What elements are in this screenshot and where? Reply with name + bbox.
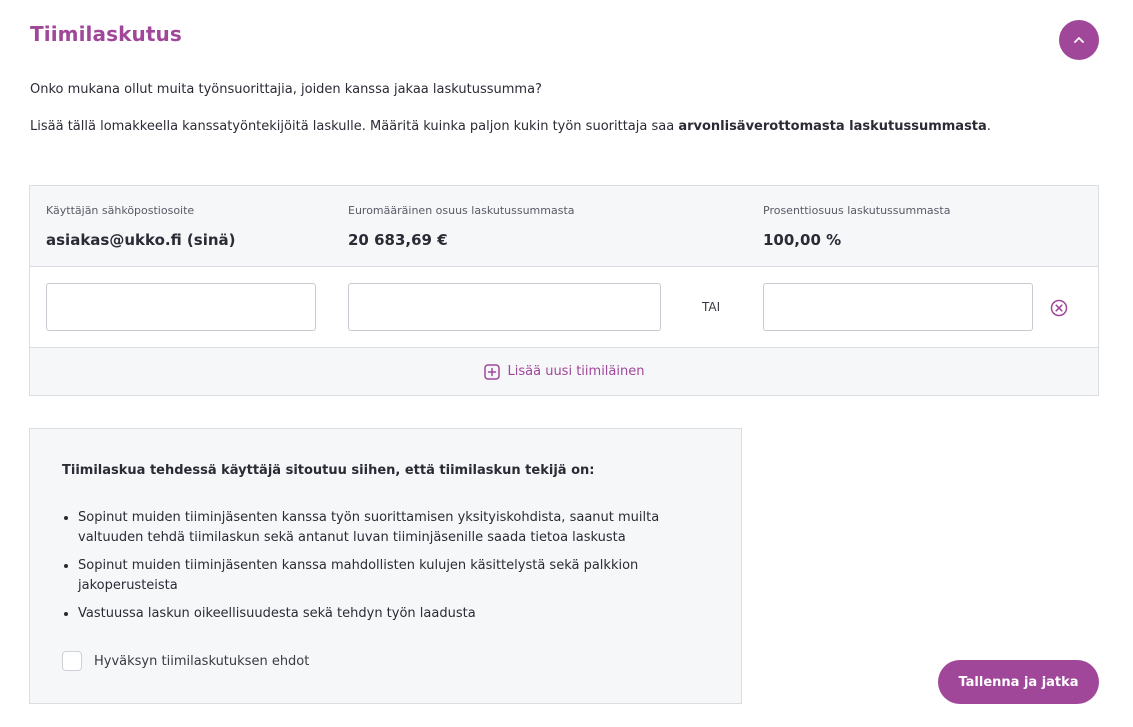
accept-terms-label: Hyväksyn tiimilaskutuksen ehdot [94,653,310,669]
team-billing-table: Käyttäjän sähköpostiosoite Euromääräinen… [29,185,1099,396]
add-member-link[interactable]: Lisää uusi tiimiläinen [483,363,645,380]
section-title: Tiimilaskutus [30,22,182,46]
intro-instruction-end: . [986,119,991,134]
owner-row: Käyttäjän sähköpostiosoite Euromääräinen… [30,186,1098,267]
or-label: TAI [702,300,721,314]
terms-item: Sopinut muiden tiiminjäsenten kanssa mah… [62,556,702,596]
owner-percent-share: 100,00 % [763,231,842,249]
terms-list: Sopinut muiden tiiminjäsenten kanssa työ… [62,508,702,632]
terms-heading: Tiimilaskua tehdessä käyttäjä sitoutuu s… [62,463,595,478]
percent-column-label: Prosenttiosuus laskutussummasta [763,204,951,217]
add-member-row[interactable]: Lisää uusi tiimiläinen [30,348,1098,395]
euro-column-label: Euromääräinen osuus laskutussummasta [348,204,575,217]
remove-member-button[interactable] [1050,299,1068,317]
owner-euro-share: 20 683,69 € [348,231,448,249]
member-euro-input[interactable] [348,283,661,331]
remove-circle-icon [1050,299,1068,317]
save-and-continue-button[interactable]: Tallenna ja jatka [938,660,1099,704]
add-member-label: Lisää uusi tiimiläinen [507,364,645,379]
terms-item: Vastuussa laskun oikeellisuudesta sekä t… [62,604,702,624]
intro-instruction-text: Lisää tällä lomakkeella kanssatyöntekijö… [30,119,679,134]
email-column-label: Käyttäjän sähköpostiosoite [46,204,195,217]
collapse-button[interactable] [1059,20,1099,60]
intro-instruction: Lisää tällä lomakkeella kanssatyöntekijö… [30,119,991,134]
accept-terms-checkbox[interactable] [62,651,82,671]
member-row: TAI [30,267,1098,348]
plus-square-icon [483,363,500,380]
intro-question: Onko mukana ollut muita työnsuorittajia,… [30,82,542,97]
member-percent-input[interactable] [763,283,1033,331]
terms-panel: Tiimilaskua tehdessä käyttäjä sitoutuu s… [29,428,742,704]
owner-email: asiakas@ukko.fi (sinä) [46,231,236,249]
chevron-up-icon [1074,37,1084,43]
intro-instruction-emphasis: arvonlisäverottomasta laskutussummasta [678,119,987,134]
member-email-input[interactable] [46,283,316,331]
accept-terms[interactable]: Hyväksyn tiimilaskutuksen ehdot [62,651,309,671]
terms-item: Sopinut muiden tiiminjäsenten kanssa työ… [62,508,702,548]
